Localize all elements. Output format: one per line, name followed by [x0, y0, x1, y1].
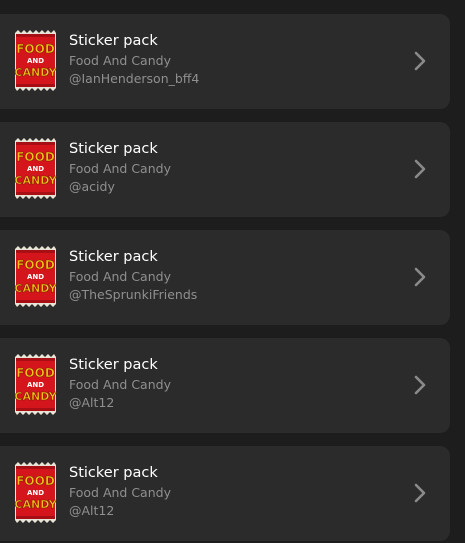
- svg-text:CANDY: CANDY: [14, 498, 57, 511]
- sticker-pack-card[interactable]: FOOD AND CANDY Sticker pack Food And Candy…: [0, 14, 450, 109]
- card-author[interactable]: @Alt12: [69, 394, 389, 412]
- sticker-pack-list: FOOD AND CANDY Sticker pack Food And Candy…: [0, 0, 465, 543]
- svg-text:FOOD: FOOD: [16, 150, 55, 164]
- card-subtitle: Food And Candy: [69, 377, 171, 392]
- card-title: Sticker pack: [69, 141, 158, 157]
- chevron-right-icon[interactable]: [408, 49, 432, 73]
- card-subtitle: Food And Candy: [69, 161, 171, 176]
- svg-text:AND: AND: [27, 381, 44, 389]
- svg-text:CANDY: CANDY: [14, 174, 57, 187]
- svg-text:FOOD: FOOD: [16, 258, 55, 272]
- sticker-pack-card[interactable]: FOOD AND CANDY Sticker pack Food And Candy…: [0, 122, 450, 217]
- card-author[interactable]: @Alt12: [69, 502, 389, 520]
- svg-text:FOOD: FOOD: [16, 366, 55, 380]
- card-subtitle: Food And Candy: [69, 53, 171, 68]
- chevron-right-icon[interactable]: [408, 157, 432, 181]
- card-text-block: Sticker pack Food And Candy @TheSprunkiF…: [69, 248, 389, 304]
- card-text-block: Sticker pack Food And Candy @IanHenderso…: [69, 32, 389, 88]
- sticker-pack-card[interactable]: FOOD AND CANDY Sticker pack Food And Candy…: [0, 230, 450, 325]
- svg-text:AND: AND: [27, 489, 44, 497]
- candy-wrapper-icon: FOOD AND CANDY: [13, 138, 58, 199]
- card-subtitle: Food And Candy: [69, 269, 171, 284]
- card-title: Sticker pack: [69, 465, 158, 481]
- svg-text:AND: AND: [27, 165, 44, 173]
- card-author[interactable]: @TheSprunkiFriends: [69, 286, 389, 304]
- svg-text:AND: AND: [27, 57, 44, 65]
- sticker-pack-card[interactable]: FOOD AND CANDY Sticker pack Food And Candy…: [0, 338, 450, 433]
- card-author[interactable]: @acidy: [69, 178, 389, 196]
- card-subtitle: Food And Candy: [69, 485, 171, 500]
- card-text-block: Sticker pack Food And Candy @Alt12: [69, 356, 389, 412]
- candy-wrapper-icon: FOOD AND CANDY: [13, 30, 58, 91]
- card-text-block: Sticker pack Food And Candy @Alt12: [69, 464, 389, 520]
- card-title: Sticker pack: [69, 249, 158, 265]
- svg-text:AND: AND: [27, 273, 44, 281]
- candy-wrapper-icon: FOOD AND CANDY: [13, 354, 58, 415]
- chevron-right-icon[interactable]: [408, 373, 432, 397]
- svg-text:CANDY: CANDY: [14, 390, 57, 403]
- svg-text:FOOD: FOOD: [16, 42, 55, 56]
- candy-wrapper-icon: FOOD AND CANDY: [13, 462, 58, 523]
- card-author[interactable]: @IanHenderson_bff4: [69, 70, 389, 88]
- svg-text:CANDY: CANDY: [14, 66, 57, 79]
- chevron-right-icon[interactable]: [408, 265, 432, 289]
- svg-text:FOOD: FOOD: [16, 474, 55, 488]
- card-text-block: Sticker pack Food And Candy @acidy: [69, 140, 389, 196]
- card-title: Sticker pack: [69, 357, 158, 373]
- card-title: Sticker pack: [69, 33, 158, 49]
- candy-wrapper-icon: FOOD AND CANDY: [13, 246, 58, 307]
- chevron-right-icon[interactable]: [408, 481, 432, 505]
- sticker-pack-card[interactable]: FOOD AND CANDY Sticker pack Food And Candy…: [0, 446, 450, 541]
- svg-text:CANDY: CANDY: [14, 282, 57, 295]
